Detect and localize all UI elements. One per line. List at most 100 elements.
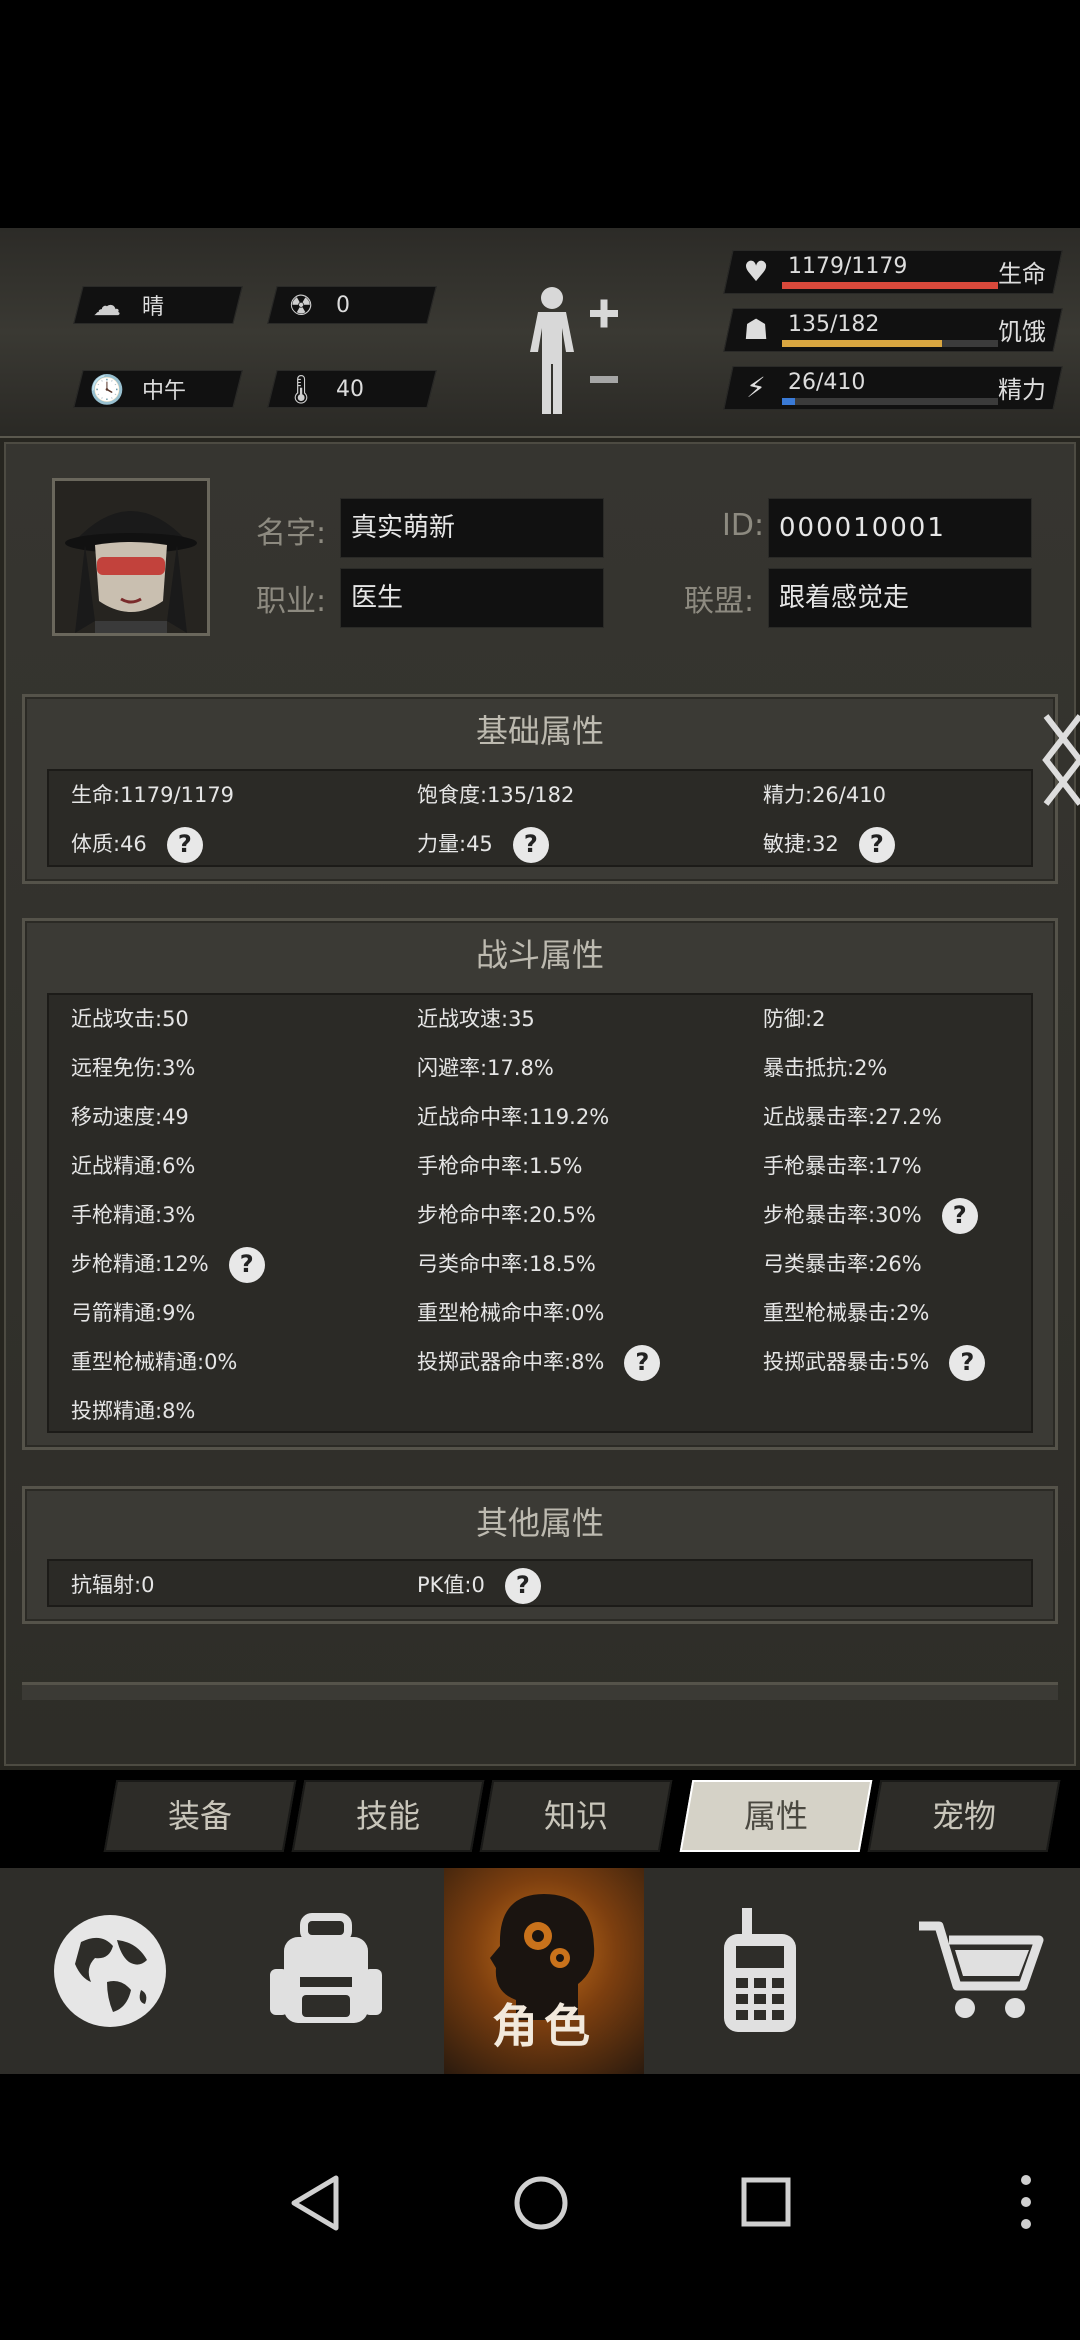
attribute-cell: 精力:26/410 (763, 771, 886, 820)
body-stats-icon[interactable] (520, 280, 630, 420)
help-question-icon[interactable]: ? (166, 826, 203, 863)
name-field: 真实萌新 (340, 498, 604, 558)
nav-shop[interactable] (900, 1868, 1060, 2074)
basic-attributes-title: 基础属性 (475, 712, 604, 750)
attribute-cell: 近战攻击:50 (71, 995, 189, 1044)
nav-radio[interactable] (700, 1868, 820, 2074)
nav-world-map[interactable] (30, 1868, 190, 2074)
heart-icon: ♥ (743, 255, 769, 288)
attribute-text: 投掷武器命中率:8% (417, 1350, 605, 1374)
tab-skills[interactable]: 技能 (298, 1780, 478, 1852)
attribute-cell: 重型枪械精通:0% (71, 1338, 237, 1387)
vital-hunger: ☗ 135/182 饥饿 (723, 308, 1063, 352)
attribute-text: 近战精通:6% (71, 1154, 196, 1178)
vital-health: ♥ 1179/1179 生命 (723, 250, 1063, 294)
help-question-icon[interactable]: ? (941, 1197, 978, 1234)
character-tabs: 装备 技能 知识 属性 宠物 (103, 1780, 1070, 1852)
help-question-icon[interactable]: ? (504, 1567, 541, 1604)
help-question-icon[interactable]: ? (858, 826, 895, 863)
energy-bar-fill (782, 398, 795, 405)
world-map-icon (54, 1915, 166, 2027)
attribute-cell: 弓箭精通:9% (71, 1289, 195, 1338)
tab-pets[interactable]: 宠物 (874, 1780, 1054, 1852)
attribute-text: 重型枪械精通:0% (71, 1350, 238, 1374)
backpack-icon (270, 1913, 382, 2023)
tab-equipment[interactable]: 装备 (110, 1780, 290, 1852)
tab-attributes[interactable]: 属性 (686, 1780, 866, 1852)
attribute-cell: 闪避率:17.8% (417, 1044, 554, 1093)
attribute-cell: 防御:2 (763, 995, 825, 1044)
attribute-text: 近战攻击:50 (71, 1007, 189, 1031)
attribute-text: 投掷精通:8% (71, 1399, 196, 1423)
temperature-value: 40 (336, 376, 364, 402)
health-bar (782, 282, 998, 289)
other-attributes-grid: 抗辐射:0 PK值:0? (47, 1559, 1033, 1607)
weather-text: 晴 (142, 295, 165, 320)
attribute-text: 体质:46 (71, 832, 147, 856)
attribute-row: 近战攻击:50 近战攻速:35 防御:2 (49, 995, 1031, 1044)
attribute-cell: 投掷武器暴击:5%? (763, 1338, 986, 1387)
thermometer-icon: 🌡 (283, 372, 319, 406)
help-question-icon[interactable]: ? (624, 1344, 661, 1381)
attribute-cell: 投掷武器命中率:8%? (417, 1338, 661, 1387)
attribute-text: 饱食度:135/182 (417, 783, 575, 807)
attribute-cell: 生命:1179/1179 (71, 771, 234, 820)
stomach-icon: ☗ (743, 313, 769, 346)
attribute-text: 防御:2 (763, 1007, 826, 1031)
help-question-icon[interactable]: ? (512, 826, 549, 863)
recents-square-icon[interactable] (740, 2176, 792, 2228)
energy-label: 精力 (998, 376, 1046, 404)
attribute-cell: 重型枪械命中率:0% (417, 1289, 604, 1338)
attribute-text: 抗辐射:0 (71, 1573, 155, 1597)
close-x-icon[interactable] (1036, 710, 1080, 810)
attribute-cell: 饱食度:135/182 (417, 771, 574, 820)
attribute-cell: 移动速度:49 (71, 1093, 189, 1142)
more-dots-icon[interactable] (1016, 2172, 1036, 2232)
nav-backpack[interactable] (246, 1868, 406, 2074)
avatar[interactable] (52, 478, 210, 636)
attribute-row: 生命:1179/1179 饱食度:135/182 精力:26/410 (49, 771, 1031, 820)
attribute-cell: 手枪精通:3% (71, 1191, 195, 1240)
attribute-text: 手枪暴击率:17% (763, 1154, 922, 1178)
attribute-text: 弓类暴击率:26% (763, 1252, 922, 1276)
hunger-bar-fill (782, 340, 942, 347)
next-section-edge (22, 1682, 1058, 1700)
attribute-text: 精力:26/410 (763, 783, 886, 807)
attribute-cell: 近战攻速:35 (417, 995, 535, 1044)
attribute-row: 移动速度:49 近战命中率:119.2% 近战暴击率:27.2% (49, 1093, 1031, 1142)
attribute-cell: 手枪命中率:1.5% (417, 1142, 582, 1191)
help-question-icon[interactable]: ? (228, 1246, 265, 1283)
home-circle-icon[interactable] (512, 2174, 570, 2232)
attribute-row: 弓箭精通:9% 重型枪械命中率:0% 重型枪械暴击:2% (49, 1289, 1031, 1338)
attribute-text: 近战暴击率:27.2% (763, 1105, 942, 1129)
time-status: 🕓 中午 (86, 370, 186, 408)
attribute-text: 弓类命中率:18.5% (417, 1252, 596, 1276)
radiation-status: ☢ 0 (280, 286, 350, 324)
id-label: ID: (722, 508, 765, 543)
help-question-icon[interactable]: ? (949, 1344, 986, 1381)
tab-knowledge[interactable]: 知识 (486, 1780, 666, 1852)
attribute-cell: 手枪暴击率:17% (763, 1142, 922, 1191)
health-bar-fill (782, 282, 998, 289)
attribute-row: 投掷精通:8% (49, 1387, 1031, 1436)
attribute-text: 近战命中率:119.2% (417, 1105, 610, 1129)
attribute-text: 投掷武器暴击:5% (763, 1350, 930, 1374)
attribute-cell: 步枪命中率:20.5% (417, 1191, 596, 1240)
attribute-cell: 步枪暴击率:30%? (763, 1191, 978, 1240)
attribute-cell: 弓类暴击率:26% (763, 1240, 922, 1289)
nav-character[interactable]: 角色 (444, 1868, 644, 2074)
attribute-cell: 弓类命中率:18.5% (417, 1240, 596, 1289)
job-label: 职业: (256, 584, 327, 619)
back-triangle-icon[interactable] (288, 2174, 342, 2232)
attribute-cell: 步枪精通:12%? (71, 1240, 265, 1289)
attribute-cell: 重型枪械暴击:2% (763, 1289, 929, 1338)
attribute-row: 步枪精通:12%? 弓类命中率:18.5% 弓类暴击率:26% (49, 1240, 1031, 1289)
attribute-text: 手枪精通:3% (71, 1203, 196, 1227)
hunger-value: 135/182 (788, 312, 880, 337)
hunger-bar (782, 340, 998, 347)
attribute-row: 体质:46? 力量:45? 敏捷:32? (49, 820, 1031, 869)
attribute-row: 重型枪械精通:0% 投掷武器命中率:8%? 投掷武器暴击:5%? (49, 1338, 1031, 1387)
combat-attributes-grid: 近战攻击:50 近战攻速:35 防御:2 远程免伤:3% 闪避率:17.8% 暴击抵抗:2… (47, 993, 1033, 1433)
attribute-text: 弓箭精通:9% (71, 1301, 196, 1325)
shop-cart-icon (919, 1921, 1044, 2018)
